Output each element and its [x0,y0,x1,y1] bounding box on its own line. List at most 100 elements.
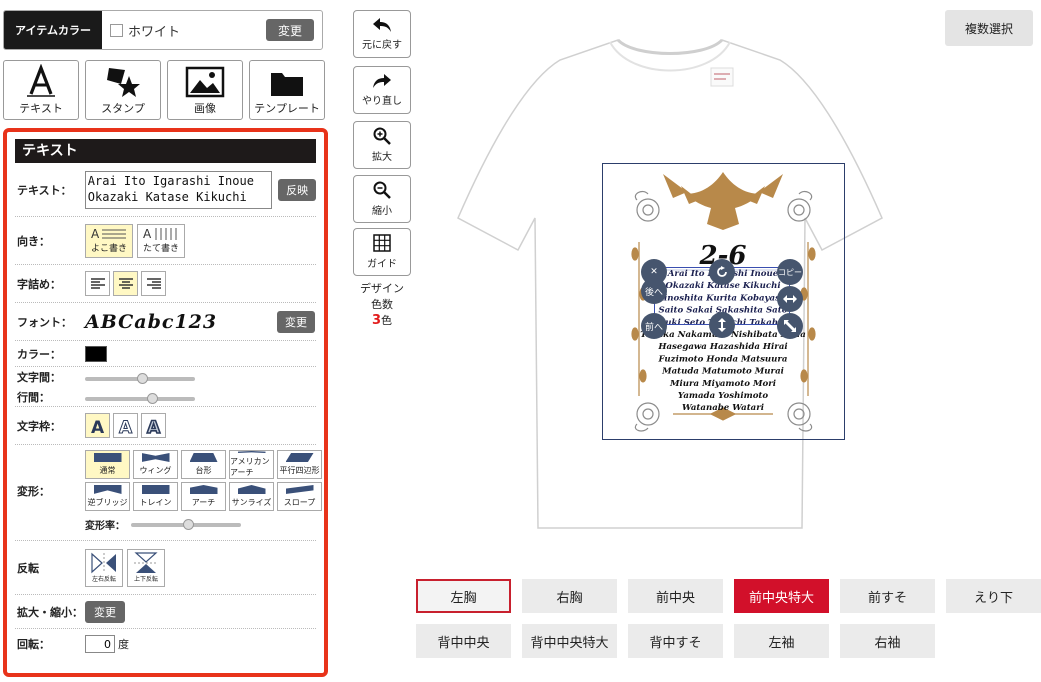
letter-spacing-knob[interactable] [137,373,148,384]
panel-title: テキスト [15,139,316,163]
warp-option-4[interactable]: 平行四辺形 [277,450,322,479]
text-row: テキスト： 反映 [15,163,317,217]
letter-spacing-slider[interactable] [85,373,195,384]
stamp-tool-label: スタンプ [101,102,145,115]
print-position-button[interactable]: 背中すそ [628,624,723,658]
apply-text-button[interactable]: 反映 [278,178,317,201]
zoom-in-label: 拡大 [372,152,392,163]
warp-option-3[interactable]: アメリカンアーチ [229,450,274,479]
flip-vertical-button[interactable]: 上下反転 [127,548,165,587]
image-tool-button[interactable]: 画像 [167,60,243,120]
outline-none-button[interactable]: A [85,413,110,438]
text-input[interactable] [84,170,273,209]
print-position-button[interactable]: 前中央 [628,579,723,613]
folder-icon [271,73,303,96]
warp-option-9[interactable]: スロープ [277,482,322,511]
multi-select-button[interactable]: 複数選択 [945,10,1033,46]
warp-shape-icon [141,453,170,462]
warp-option-label: サンライズ [231,498,272,507]
horizontal-writing-option[interactable]: A よこ書き [85,223,133,258]
scale-change-button[interactable]: 変更 [85,600,125,623]
warp-option-0[interactable]: 通常 [85,450,130,479]
print-position-button[interactable]: 左袖 [734,624,829,658]
align-left-icon [90,277,105,289]
print-position-button[interactable]: 左胸 [416,579,511,613]
name-line: Yamada Yoshimoto [678,391,769,401]
redo-button[interactable]: やり直し [353,66,411,114]
warp-shape-icon [237,451,266,453]
stretch-horizontal-handle[interactable] [777,286,803,312]
align-right-button[interactable] [141,271,166,296]
orientation-label: 向き： [17,234,50,248]
flip-vertical-icon [134,552,158,573]
warp-option-5[interactable]: 逆ブリッジ [85,482,130,511]
flip-row: 反転 左右反転 上下反転 [15,541,316,595]
warp-shape-icon [93,453,122,462]
design-colors-unit: 色 [381,314,393,327]
color-label: カラー： [17,347,61,361]
warp-option-1[interactable]: ウィング [133,450,178,479]
align-center-button[interactable] [113,271,138,296]
zoom-in-button[interactable]: 拡大 [353,121,411,169]
stamp-tool-button[interactable]: スタンプ [85,60,161,120]
item-color-change-button[interactable]: 変更 [266,19,314,41]
warp-shape-icon [141,485,170,494]
warp-option-label: 逆ブリッジ [87,498,128,507]
font-change-button[interactable]: 変更 [277,310,315,333]
move-vertical-handle[interactable] [709,312,735,338]
resize-handle[interactable] [777,313,803,339]
outline-double-button[interactable]: A [141,413,166,438]
warp-rate-slider[interactable] [131,518,241,530]
undo-button[interactable]: 元に戻す [353,10,411,58]
outline-single-button[interactable]: A [113,413,138,438]
print-area: 2-6 Arai Ito Igarashi InoueOkazaki Katas… [602,163,845,440]
svg-text:A: A [91,418,105,435]
align-left-button[interactable] [85,271,110,296]
text-color-swatch[interactable] [85,345,107,362]
alignment-label: 字詰め： [17,277,61,291]
vertical-writing-option[interactable]: A たて書き [137,223,185,258]
warp-option-label: スロープ [283,498,316,507]
warp-option-2[interactable]: 台形 [181,450,226,479]
print-position-button[interactable]: えり下 [946,579,1041,613]
warp-shape-icon [285,453,314,462]
text-tool-button[interactable]: テキスト [3,60,79,120]
zoom-out-button[interactable]: 縮小 [353,175,411,223]
rotate-handle[interactable] [709,259,735,285]
print-position-button[interactable]: 右袖 [840,624,935,658]
design-color-count: デザイン 色数 3色 [353,281,411,329]
svg-text:A: A [147,418,161,435]
align-center-icon [118,277,133,289]
line-spacing-knob[interactable] [147,393,159,404]
item-color-value: ホワイト [128,24,181,40]
print-position-button[interactable]: 前中央特大 [734,579,829,613]
stamp-icon [107,68,140,97]
line-spacing-slider[interactable] [85,393,195,404]
flip-horizontal-button[interactable]: 左右反転 [85,548,123,587]
design-colors-line2: 色数 [371,298,393,311]
warp-option-8[interactable]: サンライズ [229,482,274,511]
print-position-button[interactable]: 右胸 [522,579,617,613]
text-settings-panel: テキスト テキスト： 反映 向き： A よこ書き A たて書き 字詰め： フォン… [3,128,328,677]
undo-label: 元に戻す [362,40,402,51]
print-position-button[interactable]: 背中中央特大 [522,624,617,658]
redo-label: やり直し [362,96,402,107]
svg-text:A: A [143,227,152,241]
copy-handle[interactable]: コピー [777,259,803,285]
warp-option-7[interactable]: アーチ [181,482,226,511]
design-colors-line1: デザイン [360,282,404,295]
print-position-button[interactable]: 前すそ [840,579,935,613]
image-icon [185,66,225,98]
warp-option-6[interactable]: トレイン [133,482,178,511]
rotate-input[interactable] [85,635,115,653]
warp-rate-knob[interactable] [183,518,194,530]
warp-option-label: アーチ [191,498,216,507]
guide-button[interactable]: ガイド [353,228,411,276]
outline-none-icon: A [91,418,105,435]
bring-front-handle[interactable]: 前へ [641,313,667,339]
template-tool-button[interactable]: テンプレート [249,60,325,120]
send-back-handle[interactable]: 後へ [641,278,667,304]
tool-buttons: テキスト スタンプ 画像 テンプレート [3,60,325,120]
outline-row: 文字枠： A A A [15,407,316,445]
print-position-button[interactable]: 背中中央 [416,624,511,658]
